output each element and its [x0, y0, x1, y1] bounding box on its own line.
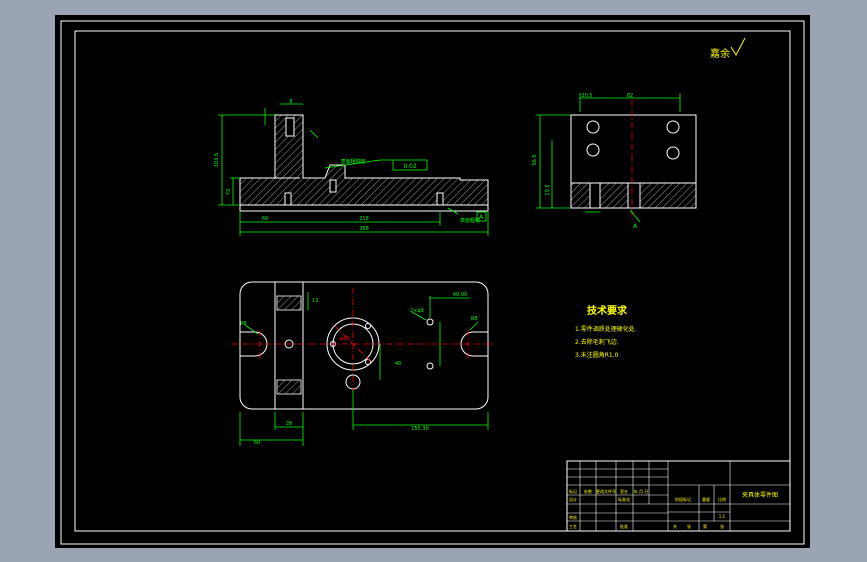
tb-review: 审核: [569, 514, 577, 520]
tb-count: 处数: [584, 488, 592, 494]
front-note-1: 表面粗糙度: [340, 158, 365, 165]
tb-sheet-no-2: 张: [720, 523, 724, 529]
tb-standardization: 标准化: [618, 496, 630, 502]
tb-sheet-no: 张: [687, 523, 691, 529]
side-hole-left: [589, 182, 601, 209]
tb-sheet-total: 共: [673, 523, 677, 529]
top-offset-right: 40.90: [453, 292, 467, 298]
top-length-right: 155.30: [411, 426, 429, 432]
surface-note-text: 嘉余: [710, 47, 730, 60]
top-hole-pitch: 40: [395, 361, 401, 367]
tb-ratio: 比例: [718, 496, 726, 502]
side-width-left: 20.5: [581, 93, 592, 99]
top-rib-section-upper: [276, 295, 302, 311]
tb-approve: 批准: [620, 523, 628, 529]
cad-drawing-viewport: 嘉余 0.02 A 268 218 60 103.5 73 8 表面粗糙度 表面…: [0, 0, 867, 562]
tech-req-item-2: 2.去除毛刺飞边.: [575, 338, 619, 346]
tb-drawing-name: 夹具体零件图: [742, 491, 778, 499]
tb-mark: 标记: [569, 488, 577, 494]
front-height-1: 103.5: [214, 153, 220, 167]
top-spacing: 13: [312, 298, 318, 304]
front-hole-left: [284, 192, 292, 206]
tb-scale: 1:1: [719, 514, 726, 519]
front-total-length: 268: [359, 226, 369, 232]
top-width-mid: 28: [286, 421, 292, 427]
top-slot-label-left: R8: [240, 321, 247, 327]
tb-date: 年.月.日: [634, 488, 649, 494]
side-height-base: 19.5: [545, 184, 551, 195]
tb-design: 设计: [569, 496, 577, 502]
tb-weight: 重量: [702, 496, 710, 502]
front-top-slot: [285, 117, 295, 137]
top-rib-section-lower: [276, 379, 302, 395]
side-hole-right: [627, 182, 641, 209]
top-hole-label: 2×φ9: [410, 308, 424, 314]
tb-stage-mark: 阶段标记: [675, 496, 691, 502]
top-bore-dim: φ60: [340, 336, 350, 342]
side-width-total: 82: [627, 93, 633, 99]
tb-change-doc: 更改文件号: [596, 488, 616, 494]
tb-process: 工艺: [569, 524, 577, 529]
side-height-top: 56.5: [532, 154, 538, 165]
front-tolerance-value: 0.02: [403, 163, 417, 170]
front-note-2: 表面粗糙: [460, 217, 480, 224]
tb-sign: 签名: [620, 488, 628, 494]
front-left-offset: 60: [262, 216, 268, 222]
tb-sheet-of: 第: [703, 523, 707, 529]
front-hole-right: [436, 192, 444, 206]
tech-req-title: 技术要求: [587, 304, 628, 317]
front-height-2: 73: [226, 189, 232, 195]
tech-req-item-1: 1.零件调质处理硬化处.: [575, 325, 637, 333]
tech-req-item-3: 3.未注圆角R1.0: [575, 351, 619, 359]
front-inner-length: 218: [359, 216, 369, 222]
front-slot-width: 8: [289, 99, 292, 105]
top-width-left: 60: [254, 440, 260, 446]
top-slot-label-right: R8: [471, 316, 478, 322]
front-hole-mid: [329, 179, 337, 193]
